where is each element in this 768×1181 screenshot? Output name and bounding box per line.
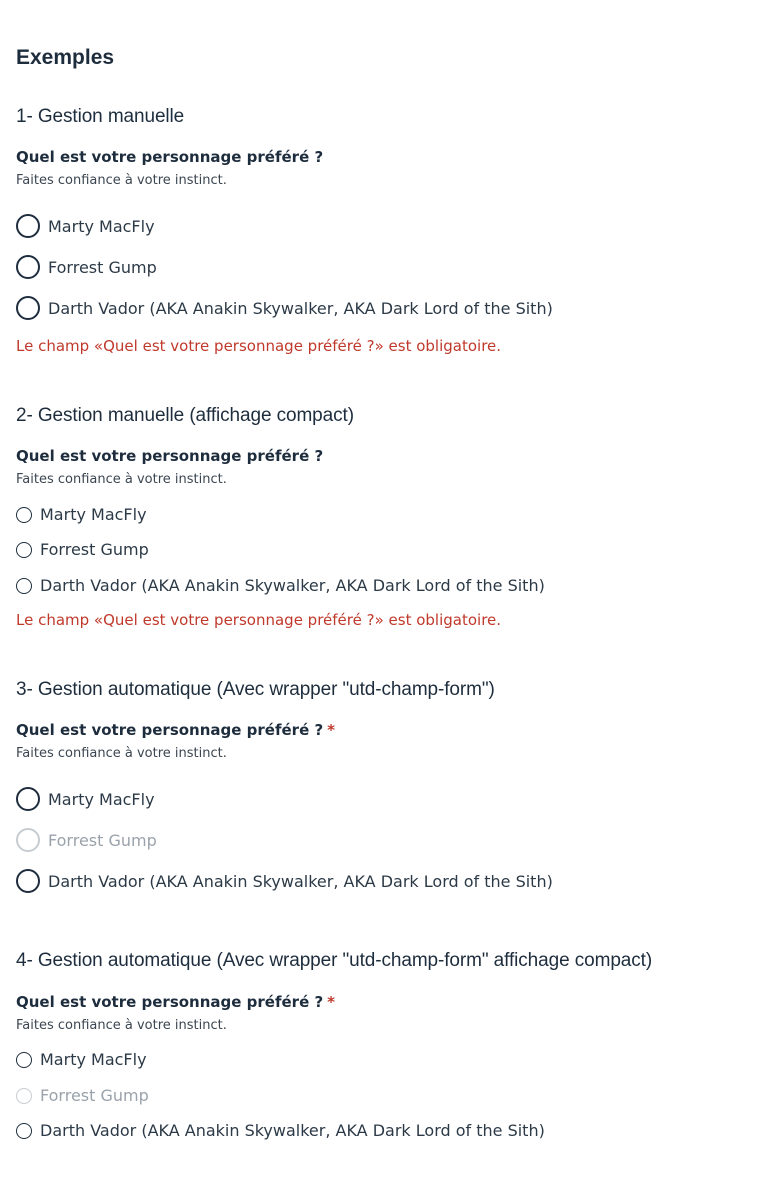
section-2-question: Quel est votre personnage préféré ? xyxy=(16,447,324,465)
section-4-option-marty[interactable]: Marty MacFly xyxy=(16,1050,147,1069)
section-3-option-forrest-disabled: Forrest Gump xyxy=(16,828,157,852)
radio-button[interactable] xyxy=(16,506,32,523)
option-label: Marty MacFly xyxy=(48,216,155,236)
section-1-question: Quel est votre personnage préféré ? xyxy=(16,148,324,166)
required-marker: * xyxy=(327,993,336,1011)
section-1-title: 1- Gestion manuelle xyxy=(16,106,185,127)
section-4-hint: Faites confiance à votre instinct. xyxy=(16,1018,227,1033)
radio-button[interactable] xyxy=(16,869,40,893)
section-2-option-darth[interactable]: Darth Vador (AKA Anakin Skywalker, AKA D… xyxy=(16,576,545,595)
option-label: Marty MacFly xyxy=(40,505,147,524)
option-label: Darth Vador (AKA Anakin Skywalker, AKA D… xyxy=(40,576,545,595)
section-3-question: Quel est votre personnage préféré ? * xyxy=(16,721,335,739)
section-4-title: 4- Gestion automatique (Avec wrapper "ut… xyxy=(16,950,653,971)
radio-button xyxy=(16,1087,32,1104)
radio-button[interactable] xyxy=(16,1051,32,1068)
section-4-question: Quel est votre personnage préféré ? * xyxy=(16,993,335,1011)
section-2-option-marty[interactable]: Marty MacFly xyxy=(16,505,147,524)
section-1-option-marty[interactable]: Marty MacFly xyxy=(16,214,155,238)
section-4-option-forrest-disabled: Forrest Gump xyxy=(16,1086,149,1105)
section-1-error: Le champ «Quel est votre personnage préf… xyxy=(16,337,502,355)
option-label: Forrest Gump xyxy=(48,257,157,277)
section-2-title: 2- Gestion manuelle (affichage compact) xyxy=(16,405,354,426)
radio-button[interactable] xyxy=(16,296,40,320)
section-2-hint: Faites confiance à votre instinct. xyxy=(16,472,227,487)
radio-button[interactable] xyxy=(16,787,40,811)
section-3-option-marty[interactable]: Marty MacFly xyxy=(16,787,155,811)
section-3-option-darth[interactable]: Darth Vador (AKA Anakin Skywalker, AKA D… xyxy=(16,869,553,893)
option-label: Darth Vador (AKA Anakin Skywalker, AKA D… xyxy=(48,871,553,891)
page-title: Exemples xyxy=(16,46,115,69)
option-label: Forrest Gump xyxy=(40,1086,149,1105)
radio-button[interactable] xyxy=(16,577,32,594)
option-label: Darth Vador (AKA Anakin Skywalker, AKA D… xyxy=(48,298,553,318)
section-1-option-forrest[interactable]: Forrest Gump xyxy=(16,255,157,279)
option-label: Marty MacFly xyxy=(40,1050,147,1069)
option-label: Marty MacFly xyxy=(48,789,155,809)
question-text: Quel est votre personnage préféré ? xyxy=(16,993,324,1011)
section-4-option-darth[interactable]: Darth Vador (AKA Anakin Skywalker, AKA D… xyxy=(16,1121,545,1140)
question-text: Quel est votre personnage préféré ? xyxy=(16,721,324,739)
option-label: Forrest Gump xyxy=(40,540,149,559)
option-label: Forrest Gump xyxy=(48,830,157,850)
section-3-hint: Faites confiance à votre instinct. xyxy=(16,746,227,761)
section-3-title: 3- Gestion automatique (Avec wrapper "ut… xyxy=(16,679,495,700)
section-2-error: Le champ «Quel est votre personnage préf… xyxy=(16,611,502,629)
option-label: Darth Vador (AKA Anakin Skywalker, AKA D… xyxy=(40,1121,545,1140)
page: Exemples 1- Gestion manuelle Quel est vo… xyxy=(0,0,768,1181)
required-marker: * xyxy=(327,721,336,739)
section-1-option-darth[interactable]: Darth Vador (AKA Anakin Skywalker, AKA D… xyxy=(16,296,553,320)
radio-button[interactable] xyxy=(16,1122,32,1139)
radio-button xyxy=(16,828,40,852)
section-1-hint: Faites confiance à votre instinct. xyxy=(16,173,227,188)
radio-button[interactable] xyxy=(16,255,40,279)
section-2-option-forrest[interactable]: Forrest Gump xyxy=(16,540,149,559)
radio-button[interactable] xyxy=(16,214,40,238)
radio-button[interactable] xyxy=(16,541,32,558)
